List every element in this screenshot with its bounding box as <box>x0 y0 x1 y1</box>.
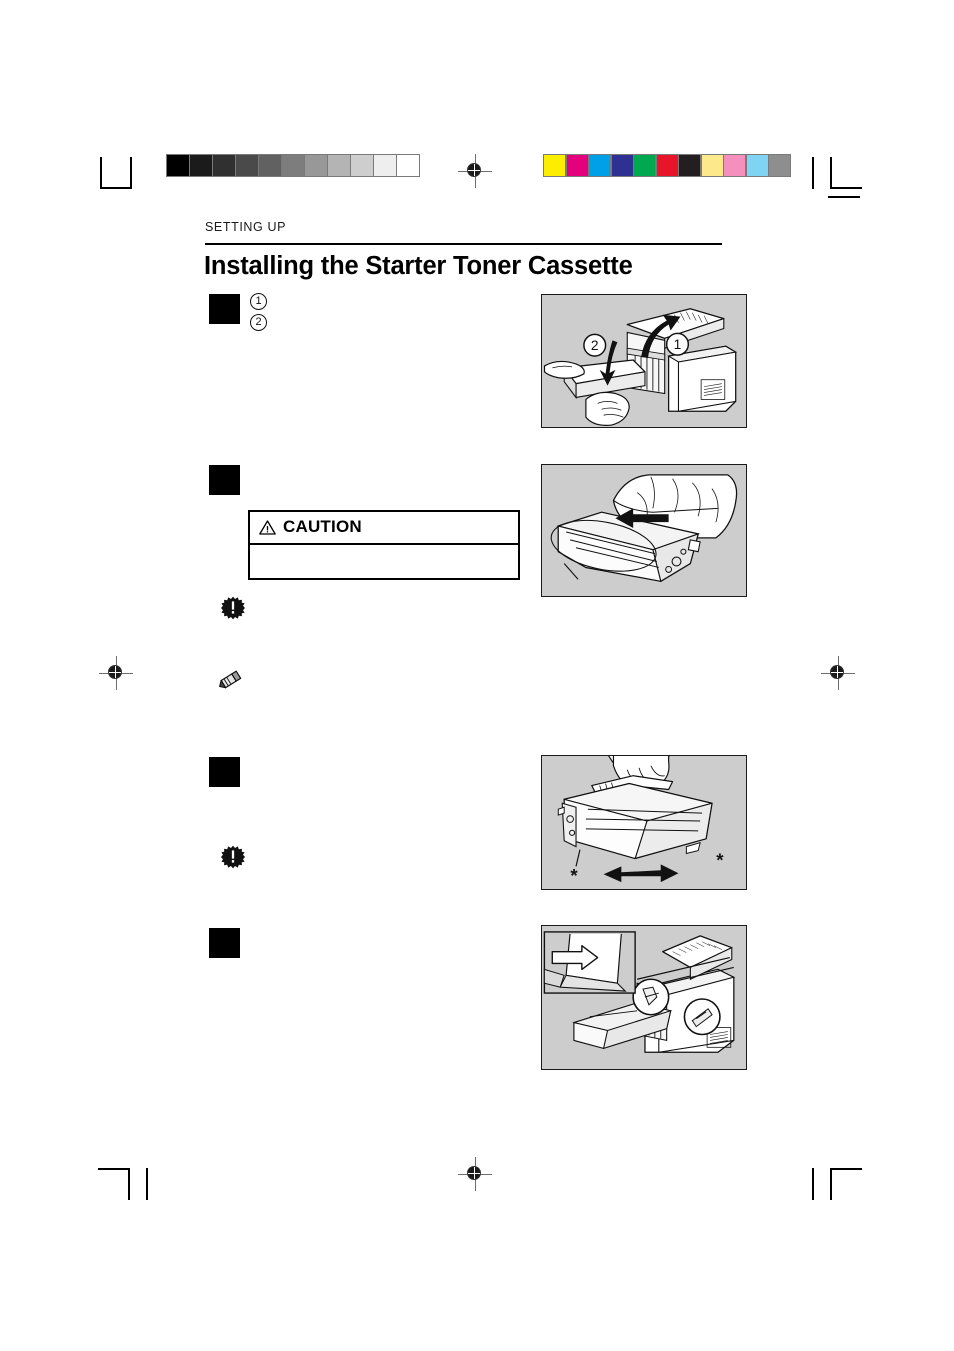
caution-header: CAUTION <box>250 512 518 545</box>
registration-target <box>458 1157 492 1191</box>
color-swatch-6 <box>679 155 700 176</box>
caution-label: CAUTION <box>283 517 362 536</box>
crop-mark <box>830 157 832 189</box>
gray-swatch-4 <box>259 155 281 176</box>
step-marker-3 <box>209 757 240 787</box>
color-swatch-1 <box>566 155 588 176</box>
svg-text:*: * <box>716 849 724 870</box>
registration-target <box>99 656 133 690</box>
color-swatch-7 <box>701 155 723 176</box>
important-burst-icon <box>221 845 245 869</box>
step-marker-1 <box>209 294 240 324</box>
color-swatch-10 <box>769 155 790 176</box>
crop-mark <box>828 196 860 198</box>
crop-mark <box>146 1168 148 1200</box>
crop-mark <box>98 1168 130 1170</box>
color-swatch-5 <box>656 155 678 176</box>
svg-text:*: * <box>570 865 578 886</box>
color-calibration-strip <box>543 154 791 177</box>
figure-open-covers: 1 2 <box>541 294 747 428</box>
color-swatch-9 <box>746 155 768 176</box>
manual-page: SETTING UP Installing the Starter Toner … <box>0 0 954 1351</box>
step-marker-2 <box>209 465 240 495</box>
caution-body <box>250 545 518 578</box>
gray-swatch-5 <box>282 155 304 176</box>
gray-swatch-7 <box>328 155 350 176</box>
step-marker-4 <box>209 928 240 958</box>
caution-box: CAUTION <box>248 510 520 580</box>
figure-shake-cassette: * * <box>541 755 747 890</box>
substep-circle-1: 1 <box>250 293 267 310</box>
crop-mark <box>100 157 102 189</box>
important-burst-icon <box>221 596 245 620</box>
gray-swatch-10 <box>397 155 419 176</box>
color-swatch-0 <box>544 155 565 176</box>
gray-swatch-2 <box>213 155 235 176</box>
crop-mark <box>812 157 814 189</box>
figure-unpack-cassette <box>541 464 747 597</box>
crop-mark <box>128 1168 130 1200</box>
color-swatch-2 <box>589 155 610 176</box>
header-rule <box>205 243 722 246</box>
crop-mark <box>130 157 132 189</box>
crop-mark <box>830 187 862 189</box>
warning-triangle-icon <box>259 519 276 535</box>
svg-text:1: 1 <box>674 337 682 352</box>
gray-swatch-3 <box>236 155 258 176</box>
crop-mark <box>100 187 132 189</box>
color-swatch-4 <box>634 155 655 176</box>
gray-swatch-9 <box>374 155 396 176</box>
gray-swatch-8 <box>351 155 373 176</box>
substep-circle-2: 2 <box>250 314 267 331</box>
running-head: SETTING UP <box>205 220 287 234</box>
registration-target <box>458 154 492 188</box>
gray-swatch-0 <box>167 155 189 176</box>
registration-target <box>821 656 855 690</box>
color-swatch-8 <box>724 155 745 176</box>
gray-swatch-6 <box>305 155 327 176</box>
crop-mark <box>812 1168 814 1200</box>
crop-mark <box>830 1168 832 1200</box>
grayscale-calibration-strip <box>166 154 420 177</box>
svg-text:2: 2 <box>591 338 599 353</box>
page-title: Installing the Starter Toner Cassette <box>204 252 633 280</box>
gray-swatch-1 <box>190 155 212 176</box>
color-swatch-3 <box>611 155 633 176</box>
pencil-note-icon <box>219 667 243 691</box>
figure-insert-cassette <box>541 925 747 1070</box>
crop-mark <box>830 1168 862 1170</box>
